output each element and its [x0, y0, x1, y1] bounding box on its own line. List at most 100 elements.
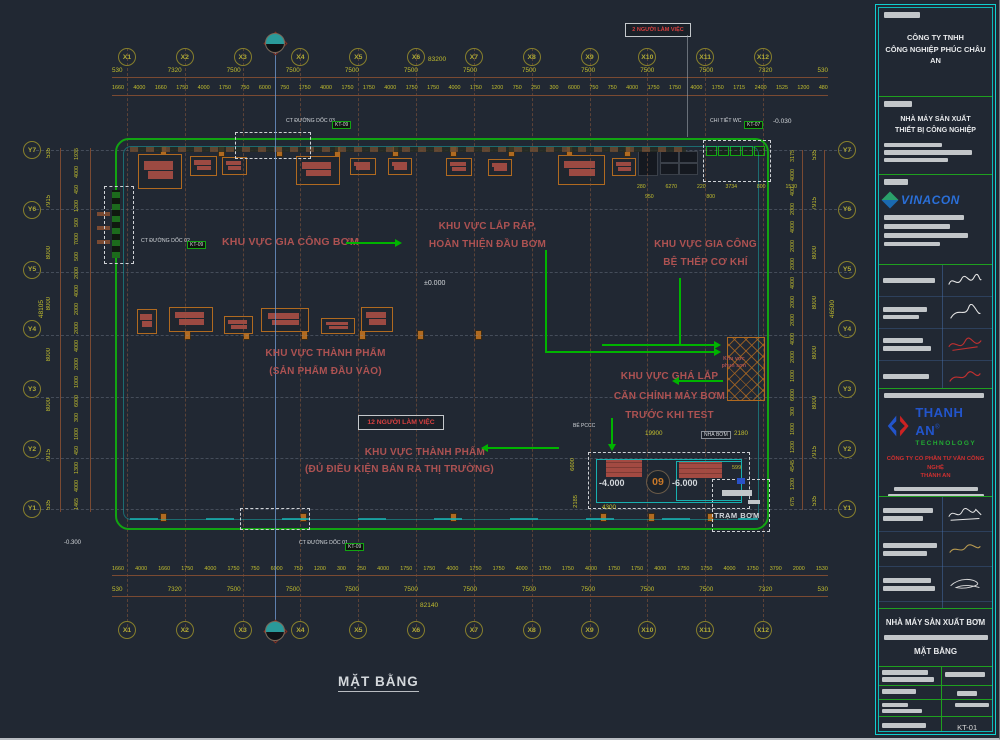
dim-value: 3790	[770, 566, 782, 572]
dim-value: 750	[513, 85, 522, 91]
dim-value: 2000	[790, 296, 796, 308]
dim-value: 1200	[790, 441, 796, 453]
dim-value: 1750	[406, 85, 418, 91]
tb-factory-section: NHÀ MÁY SẢN XUẤT THIẾT BỊ CÔNG NGHIỆP	[879, 96, 992, 174]
dim-value: 6000	[74, 395, 80, 407]
redacted-bar	[894, 487, 978, 491]
dim-value: 1750	[539, 566, 551, 572]
dim-value: 530	[112, 586, 123, 593]
dim-value: 950	[645, 194, 654, 200]
factory-name-2: THIẾT BỊ CÔNG NGHIỆP	[884, 126, 987, 137]
dim-value: 4000	[690, 85, 702, 91]
dim-value: 750	[608, 85, 617, 91]
grid-bubble: Y7	[23, 141, 41, 159]
grid-bubble: X11	[696, 48, 714, 66]
signature-white-icon	[946, 575, 984, 593]
dim-value: 8000	[812, 246, 818, 259]
dim-row-bottom-minor: 1660400016601750400017507506000750120030…	[112, 566, 828, 572]
dim-value: 1000	[74, 376, 80, 388]
bottom-wall-doors	[130, 518, 758, 520]
table-row	[879, 699, 992, 716]
dim-value: 535	[812, 150, 818, 160]
dim-value: 535	[46, 500, 52, 510]
plan-title: MẶT BẰNG	[338, 674, 419, 692]
zone-label-phun-son-2: phun sơn	[713, 363, 755, 369]
dim-value: 220	[697, 184, 706, 190]
redacted-bar	[884, 179, 908, 185]
elevation--4000: -4.000	[599, 478, 625, 488]
grid-bubble: Y1	[23, 500, 41, 518]
dim-value: 3175	[790, 150, 796, 162]
dim-value: 800	[757, 184, 766, 190]
dim-value: 4000	[790, 277, 796, 289]
section-marker-circle	[265, 33, 285, 53]
title-block-frame: CÔNG TY TNHH CÔNG NGHIỆP PHÚC CHÂU AN NH…	[878, 7, 993, 732]
dim-row-bottom-major: 5307320750075007500750075007500750075007…	[112, 586, 828, 593]
grid-bubble: X8	[523, 621, 541, 639]
pump-dim-6600: 6600	[570, 458, 576, 471]
dim-value: 1465	[74, 498, 80, 510]
callout-doc-03-tag: KT-09	[332, 121, 351, 129]
redacted-bar	[884, 635, 988, 640]
dim-value: 6000	[271, 566, 283, 572]
dim-value: 4000	[135, 566, 147, 572]
project-title: NHÀ MÁY SẢN XUẤT BƠM	[884, 617, 987, 629]
dim-value: 4000	[74, 480, 80, 492]
arrow-to-paint-booth2-icon	[602, 344, 715, 346]
fire-tank-label: BỂ PCCC	[573, 423, 595, 429]
dim-value: 1750	[493, 566, 505, 572]
grid-bubble: X4	[291, 48, 309, 66]
callout-wc-tag: KT-07	[744, 121, 763, 129]
redacted-bar	[884, 242, 940, 246]
dim-value: 1525	[776, 85, 788, 91]
zone-label-thanh-pham-out-2: (ĐỦ ĐIỀU KIỆN BÁN RA THỊ TRƯỜNG)	[305, 464, 485, 475]
signature-row	[879, 297, 992, 329]
dim-line	[802, 150, 803, 510]
dim-value: 530	[112, 67, 123, 74]
dim-value: 1750	[470, 566, 482, 572]
dim-value: 1660	[155, 85, 167, 91]
thanhan-tech-wordmark: TECHNOLOGY	[915, 440, 987, 447]
signature-white-icon	[946, 304, 984, 322]
dim-value: 1750	[712, 85, 724, 91]
arrow-gha-lap-icon	[678, 380, 723, 382]
dim-value: 750	[251, 566, 260, 572]
zone-label-thanh-pham-in-2: (SẢN PHẨM ĐẦU VÀO)	[258, 366, 393, 377]
zone-label-phun-son-1: Khu vực	[713, 356, 755, 362]
section-marker-bottom-icon	[264, 620, 286, 642]
dim-value: 4000	[626, 85, 638, 91]
dim-value: 7500	[286, 586, 300, 593]
dim-value: 4000	[74, 166, 80, 178]
dim-value: 4000	[133, 85, 145, 91]
grid-bubbles-left: Y7Y6Y5Y4Y3Y2Y1	[23, 141, 41, 518]
dim-value: 2000	[74, 322, 80, 334]
dim-value: 1300	[74, 462, 80, 474]
dim-value: 8000	[46, 348, 52, 361]
dim-value: 7320	[758, 586, 772, 593]
tb-revision-table: KT-01	[879, 666, 992, 731]
dim-value: 4000	[74, 285, 80, 297]
dim-value: 535	[812, 496, 818, 506]
pump-dim-19900: 19900	[645, 430, 663, 437]
dim-value: 7915	[46, 449, 52, 462]
grid-bubble: Y2	[838, 440, 856, 458]
grid-bubble: X7	[465, 48, 483, 66]
dim-value: 8000	[46, 297, 52, 310]
tb-company-section: CÔNG TY TNHH CÔNG NGHIỆP PHÚC CHÂU AN	[879, 8, 992, 96]
vinacon-logo: VINACON	[884, 193, 987, 207]
grid-bubble: X10	[638, 48, 656, 66]
pump-valve-mark	[737, 478, 745, 484]
wc-detail-box	[703, 140, 771, 182]
callout-doc-02: CT ĐƯỜNG DỐC 02	[141, 238, 190, 244]
dim-value: 2000	[74, 303, 80, 315]
top-door-detail-box	[235, 132, 311, 159]
grid-bubble: X12	[754, 621, 772, 639]
grid-bubble: X8	[523, 48, 541, 66]
dim-line	[112, 575, 828, 576]
zone-label-gia-cong-bom: KHU VỰC GIA CÔNG BƠM	[222, 236, 359, 248]
dim-value: 1750	[423, 566, 435, 572]
dim-total-right: 46500	[829, 300, 836, 318]
dim-value: 1750	[181, 566, 193, 572]
arrow-gia-cong-bom-icon	[346, 242, 396, 244]
signature-white-icon	[946, 272, 984, 290]
